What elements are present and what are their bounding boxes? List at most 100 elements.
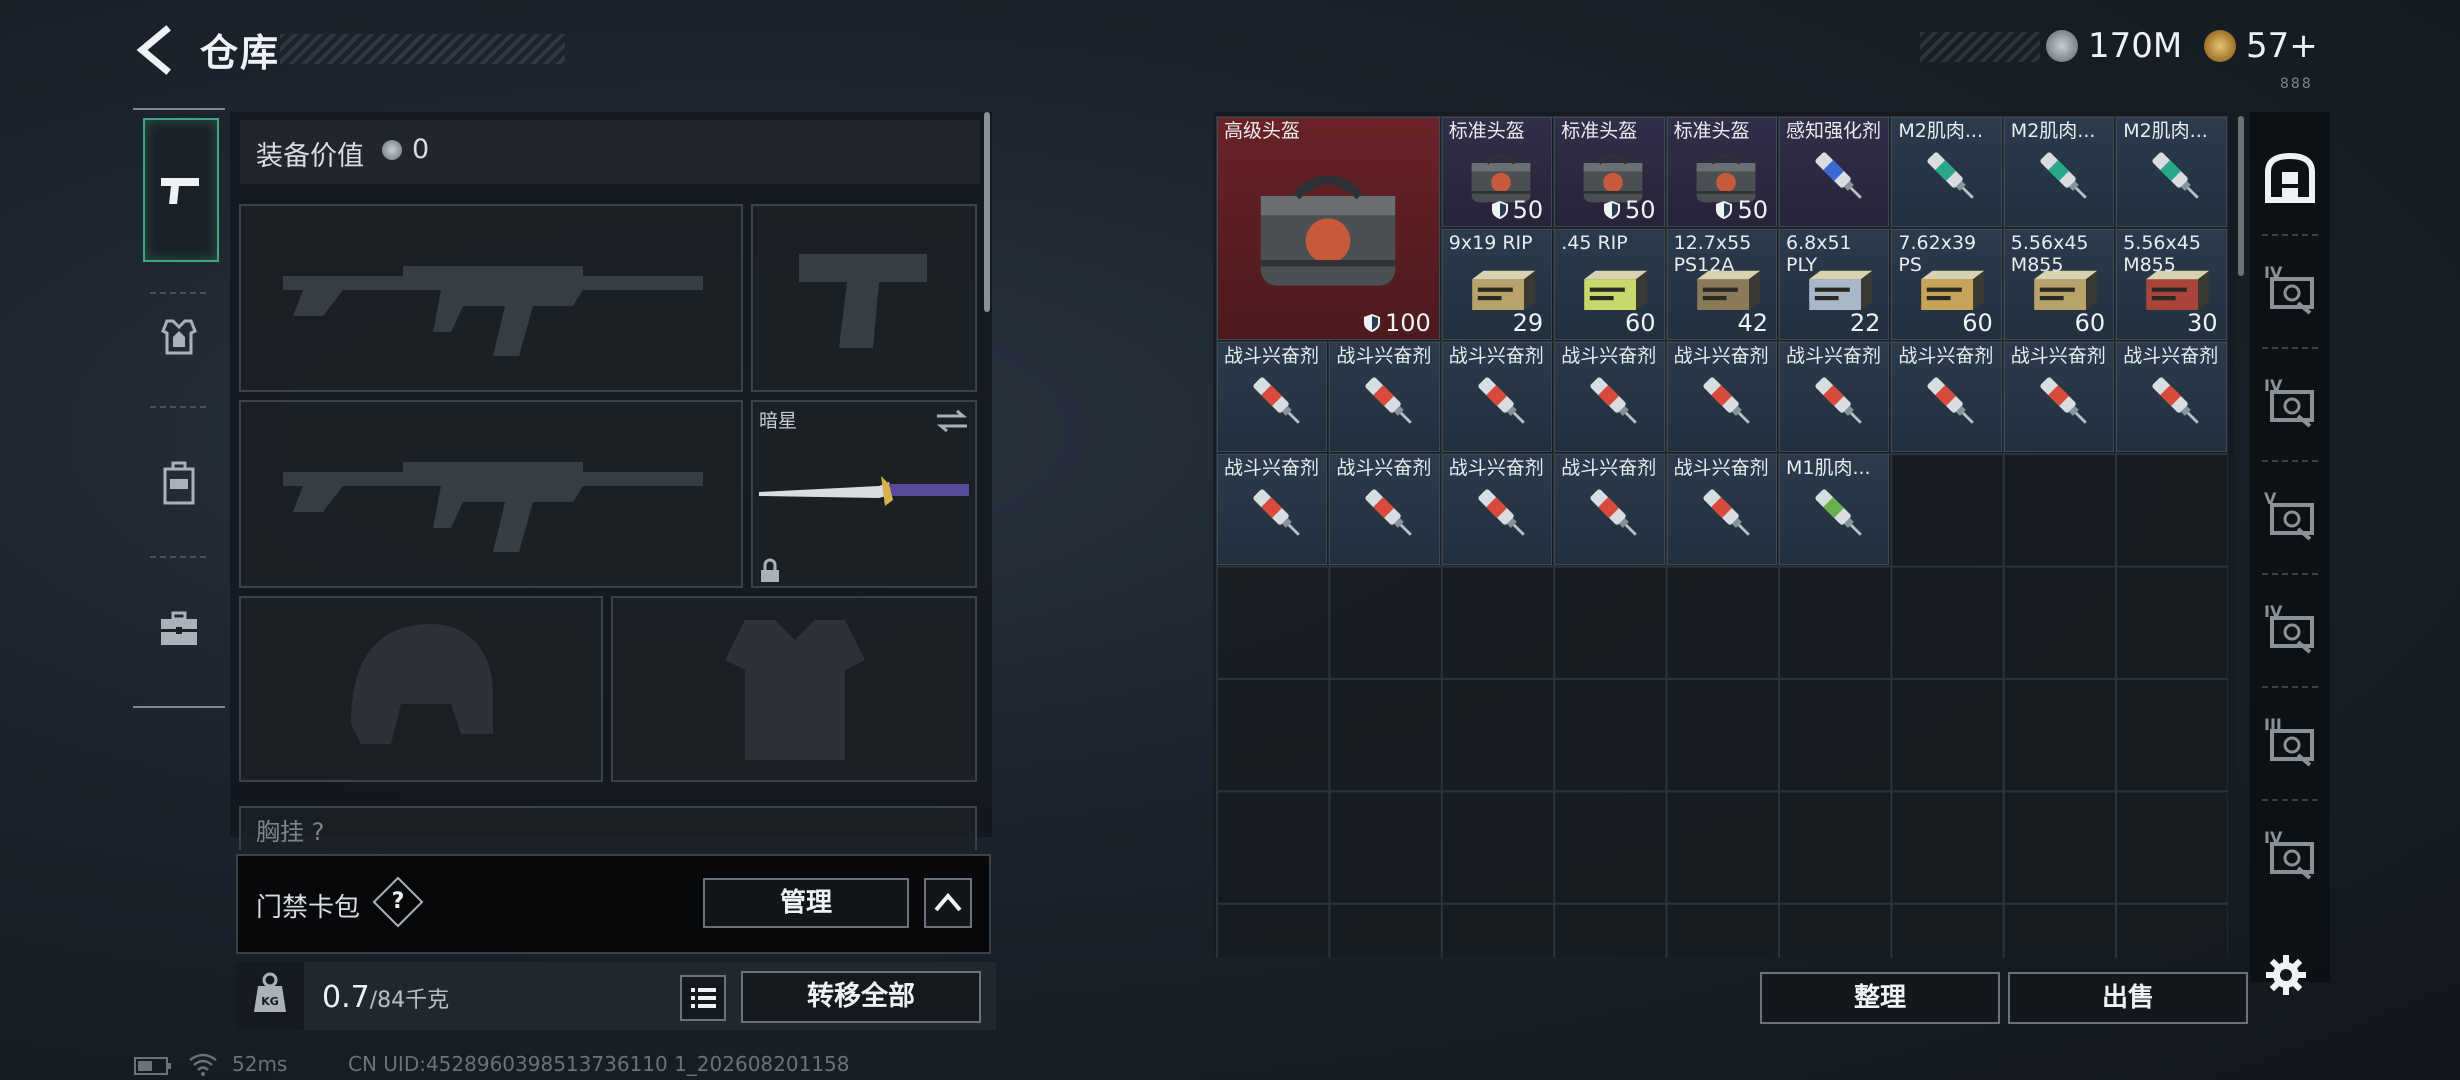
tab-armor[interactable] <box>133 282 225 392</box>
item-name: 战斗兴奋剂 <box>1561 344 1657 367</box>
storage-item[interactable]: 战斗兴奋剂 <box>2116 341 2227 453</box>
helmet-slot[interactable] <box>239 596 603 782</box>
storage-item[interactable]: 高级头盔 100 <box>1217 117 1440 340</box>
back-icon[interactable] <box>128 24 180 76</box>
item-name: 7.62x39 PS <box>1898 232 1977 277</box>
weight-capacity: /84千克 <box>369 988 450 1013</box>
syringe-icon <box>1478 489 1525 536</box>
tab-case[interactable] <box>133 574 225 684</box>
backpack-icon <box>163 461 195 505</box>
list-view-button[interactable] <box>680 975 726 1021</box>
filter-all[interactable] <box>2250 128 2330 228</box>
weight-icon: KG <box>254 972 286 1012</box>
item-count: 30 <box>2187 309 2218 337</box>
filter-lv-weapons[interactable]: IV <box>2250 241 2330 341</box>
helmet-bag-icon <box>1260 175 1396 286</box>
pistol-icon <box>161 178 199 204</box>
storage-item[interactable]: 战斗兴奋剂 <box>1891 341 2002 453</box>
storage-item[interactable]: 战斗兴奋剂 <box>1441 341 1553 453</box>
storage-item[interactable]: M2肌肉... <box>2116 117 2227 228</box>
weight-readout: 0.7/84千克 <box>322 980 449 1015</box>
knife-icon <box>759 476 969 506</box>
storage-item[interactable]: 战斗兴奋剂 <box>1441 454 1553 565</box>
second-primary-slot[interactable] <box>239 400 743 588</box>
storage-item[interactable]: 6.8x51 PLY 22 <box>1779 229 1890 340</box>
collapse-button[interactable] <box>924 878 972 928</box>
briefcase-icon <box>161 611 197 645</box>
filter-lv-ammo[interactable]: IV <box>2250 580 2330 680</box>
item-count: 42 <box>1737 309 1768 337</box>
item-name: 标准头盔 <box>1673 120 1750 142</box>
swap-icon[interactable] <box>935 410 969 432</box>
manage-button[interactable]: 管理 <box>703 878 909 928</box>
storage-item[interactable]: 5.56x45 M855 60 <box>2003 229 2115 340</box>
storage-item[interactable]: M2肌肉... <box>1891 117 2002 228</box>
storage-item[interactable]: 标准头盔 50 <box>1441 117 1553 228</box>
transfer-all-button[interactable]: 转移全部 <box>741 971 981 1023</box>
storage-item[interactable]: 12.7x55 PS12A 42 <box>1666 229 1777 340</box>
storage-item[interactable]: 战斗兴奋剂 <box>2003 341 2115 453</box>
equipment-scrollbar[interactable] <box>984 112 990 312</box>
storage-item[interactable]: 战斗兴奋剂 <box>1554 454 1665 565</box>
secondary-weapon-slot[interactable] <box>751 204 977 392</box>
storage-item[interactable]: 战斗兴奋剂 <box>1329 341 1440 453</box>
item-name: 战斗兴奋剂 <box>2010 344 2106 367</box>
item-count: 50 <box>1603 196 1656 224</box>
item-count-value: 29 <box>1512 308 1544 337</box>
storage-item[interactable]: 感知强化剂 <box>1779 117 1890 228</box>
chest-rig-slot[interactable] <box>239 806 977 850</box>
filter-lv-armor[interactable]: IV <box>2250 354 2330 454</box>
storage-item[interactable]: 战斗兴奋剂 <box>1217 341 1328 453</box>
svg-text:KG: KG <box>261 995 279 1008</box>
body-armor-slot[interactable] <box>611 596 977 782</box>
item-name: 12.7x55 PS12A <box>1673 232 1752 277</box>
storage-item[interactable]: 战斗兴奋剂 <box>1666 454 1777 565</box>
tab-weapon[interactable] <box>143 118 219 262</box>
title-decoration <box>280 34 565 64</box>
item-name: 战斗兴奋剂 <box>1336 457 1432 480</box>
storage-item[interactable]: 标准头盔 50 <box>1554 117 1665 228</box>
item-count: 100 <box>1363 309 1431 337</box>
storage-item[interactable]: 战斗兴奋剂 <box>1554 341 1665 453</box>
item-name: 战斗兴奋剂 <box>1224 344 1320 367</box>
filter-separator <box>2262 460 2318 462</box>
filter-separator <box>2262 573 2318 575</box>
melee-slot[interactable]: 暗星 <box>751 400 977 588</box>
storage-item[interactable]: .45 RIP 60 <box>1554 229 1665 340</box>
filter-separator <box>2262 686 2318 688</box>
syringe-icon <box>1365 377 1413 424</box>
currency-primary[interactable]: 170M <box>2088 26 2182 66</box>
currency-secondary[interactable]: 57+ <box>2246 26 2318 66</box>
storage-item[interactable]: 9x19 RIP 29 <box>1441 229 1553 340</box>
storage-item[interactable]: 战斗兴奋剂 <box>1779 341 1890 453</box>
currency-sub: 888 <box>2280 76 2313 92</box>
storage-scrollbar[interactable] <box>2238 116 2244 276</box>
storage-item[interactable]: 标准头盔 50 <box>1666 117 1777 228</box>
filter-level: III <box>2264 715 2282 734</box>
item-count-value: 60 <box>1625 308 1656 337</box>
storage-item[interactable]: 7.62x39 PS 60 <box>1891 229 2002 340</box>
storage-item[interactable]: 战斗兴奋剂 <box>1666 341 1777 453</box>
item-name: 5.56x45 M855 <box>2123 232 2201 277</box>
equipment-value: 0 <box>412 134 430 165</box>
item-count-value: 30 <box>2187 308 2218 337</box>
storage-item[interactable]: 战斗兴奋剂 <box>1217 454 1328 565</box>
item-count-value: 100 <box>1384 308 1431 337</box>
filter-lv-misc[interactable]: III <box>2250 693 2330 793</box>
sort-button[interactable]: 整理 <box>1760 972 2000 1024</box>
filter-lv-keys[interactable]: IV <box>2250 806 2330 906</box>
syringe-icon <box>1590 377 1637 424</box>
storage-item[interactable]: M2肌肉... <box>2003 117 2115 228</box>
storage-item[interactable]: 5.56x45 M855 30 <box>2116 229 2227 340</box>
filter-lv-meds[interactable]: V <box>2250 467 2330 567</box>
primary-weapon-slot[interactable] <box>239 204 743 392</box>
gear-icon[interactable] <box>2264 953 2308 997</box>
item-name: 感知强化剂 <box>1786 120 1882 142</box>
sell-button[interactable]: 出售 <box>2008 972 2248 1024</box>
storage-item[interactable]: 战斗兴奋剂 <box>1329 454 1440 565</box>
storage-item[interactable]: M1肌肉... <box>1779 454 1890 565</box>
item-count-value: 50 <box>1512 196 1544 225</box>
tab-backpack[interactable] <box>133 428 225 538</box>
item-name: 战斗兴奋剂 <box>1673 457 1769 480</box>
sidebar-bottom-line <box>133 706 225 708</box>
